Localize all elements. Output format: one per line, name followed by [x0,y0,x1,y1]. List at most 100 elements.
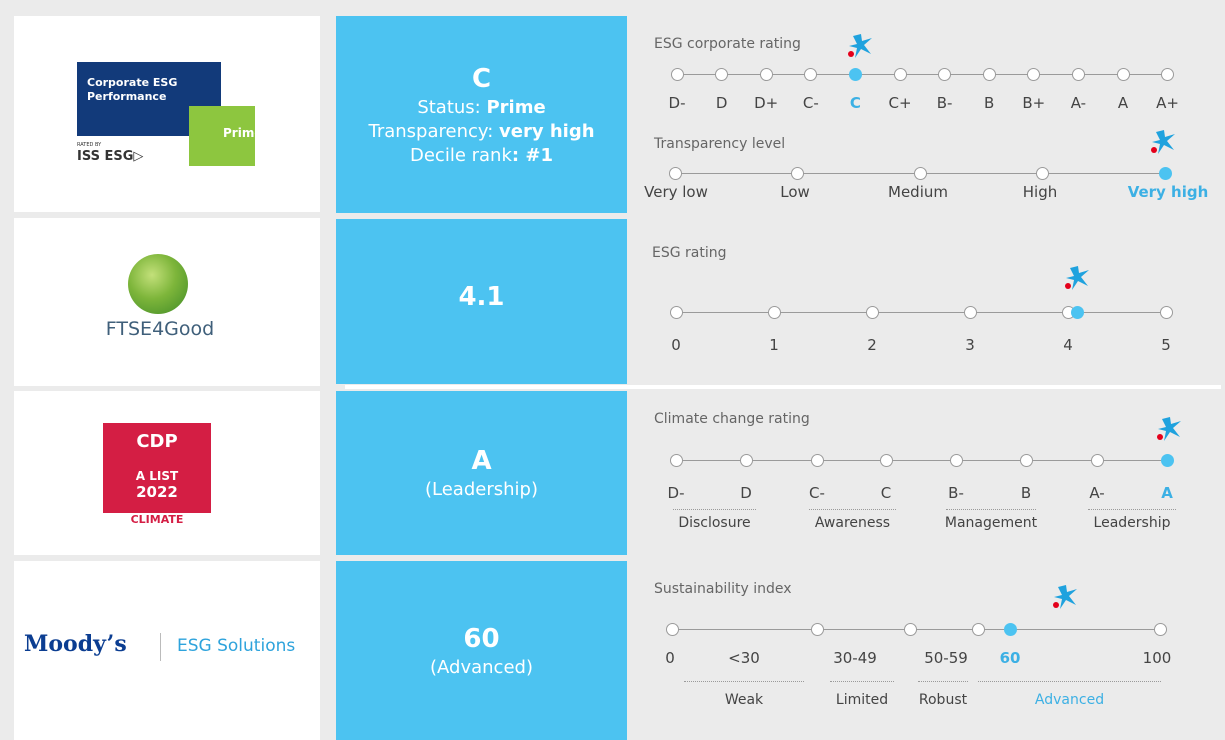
iss-esg-summary: C Status: Prime Transparency: very high … [336,16,627,213]
scale-dot [865,306,879,319]
scale-dot [879,454,893,467]
scale-label: B [1020,484,1032,502]
ftse-rating-value: 4.1 [458,281,505,312]
ftse-logo-text: FTSE4Good [105,318,215,340]
group-label: Leadership [1093,515,1171,531]
scale-label: B+ [1022,94,1046,112]
scale-label: D- [668,94,686,112]
scale-label: 4 [1063,336,1073,354]
scale-dot [963,306,977,319]
scale-label: C- [809,484,825,502]
cdp-logo: CDP A LIST 2022 [103,423,211,513]
scale-dot-active [848,68,862,81]
iss-status-line: Status: Prime [417,96,545,120]
scale-line [676,312,1166,313]
scale-label: 0 [671,336,681,354]
iss-logo-prime-badge: Prime [223,126,263,140]
scale-dot [1071,68,1085,81]
scale-dot [715,68,729,81]
group-underline [673,509,756,510]
moodys-scales: Sustainability index 0 <30 30-49 50-59 60 100… [628,561,1225,740]
group-label: Awareness [814,515,891,531]
scale-label: Low [780,183,810,201]
scale-dot [759,68,773,81]
moodys-logo-product: ESG Solutions [177,636,296,656]
scale-label: A+ [1156,94,1180,112]
status-value: Prime [486,96,546,118]
scale-dot-active [1160,454,1174,467]
scale-label: 0 [665,649,675,667]
cdp-summary: A (Leadership) [336,391,627,555]
scale-dot [1027,68,1041,81]
scale-dot [668,167,682,180]
caixabank-star-icon [1146,128,1178,156]
moodys-logo-divider [160,633,161,661]
ftse-summary: 4.1 [336,219,627,384]
scale-dot [903,623,917,636]
group-label: Weak [724,692,764,708]
scale-dot [670,68,684,81]
scale-label: A- [1089,484,1105,502]
scale-label: B- [936,94,953,112]
scale-label: 3 [965,336,975,354]
esg-corporate-title: ESG corporate rating [654,36,801,52]
ftse-logo-cell: FTSE4Good [14,218,320,386]
moodys-summary: 60 (Advanced) [336,561,627,740]
scale-label: D [715,94,728,112]
scale-dot [1116,68,1130,81]
row-separator [345,385,1221,389]
cdp-scale-title: Climate change rating [654,411,810,427]
iss-esg-logo-cell: Corporate ESG Performance Prime RATED BY… [14,16,320,212]
iss-rating-value: C [471,63,492,94]
scale-label: D [740,484,752,502]
scale-label: A- [1070,94,1087,112]
scale-dot-active [1003,623,1017,636]
scale-dot [971,623,985,636]
ftse-scale-title: ESG rating [652,245,727,261]
scale-dot [669,306,683,319]
scale-label: High [1022,183,1058,201]
group-label: Limited [835,692,889,708]
group-label: Robust [918,692,968,708]
scale-dot [804,68,818,81]
scale-dot [791,167,804,180]
scale-dot [1159,306,1173,319]
iss-logo-brand: ISS ESG▷ [77,149,144,164]
scale-label: D+ [754,94,779,112]
group-underline [830,681,894,682]
transparency-title: Transparency level [654,136,786,152]
scale-dot [1019,454,1033,467]
scale-dot [1161,68,1175,81]
scale-label: B- [948,484,964,502]
scale-label: C [880,484,892,502]
moodys-logo-cell: Moody’s ESG Solutions [14,561,320,740]
cdp-logo-cell: CDP A LIST 2022 CLIMATE [14,391,320,555]
ftse-globe-logo [128,254,188,314]
iss-scales: ESG corporate rating D- D D+ C- C C+ B- B B+ A- A A… [628,16,1225,213]
cdp-logo-category: CLIMATE [130,513,184,526]
caixabank-star-icon [1152,415,1184,443]
scale-dot [810,454,824,467]
transparency-value: very high [499,120,595,142]
group-label: Advanced [1034,692,1105,708]
scale-label: A [1161,484,1173,502]
scale-label: Very low [644,183,708,201]
decile-label: Decile rank [410,144,512,166]
scale-label: 30-49 [833,649,877,667]
scale-dot [1090,454,1104,467]
iss-transparency-line: Transparency: very high [368,120,594,144]
group-underline [684,681,804,682]
group-underline [918,681,968,682]
scale-label: 2 [867,336,877,354]
status-label: Status: [417,96,487,118]
group-label: Disclosure [678,515,751,531]
scale-dot [669,454,683,467]
scale-label: 1 [769,336,779,354]
group-label: Management [944,515,1038,531]
scale-label: B [984,94,995,112]
cdp-logo-year: 2022 [136,483,178,501]
scale-dot [982,68,996,81]
decile-value: : #1 [511,144,553,166]
moodys-rating-sub: (Advanced) [430,656,533,678]
scale-dot [739,454,753,467]
